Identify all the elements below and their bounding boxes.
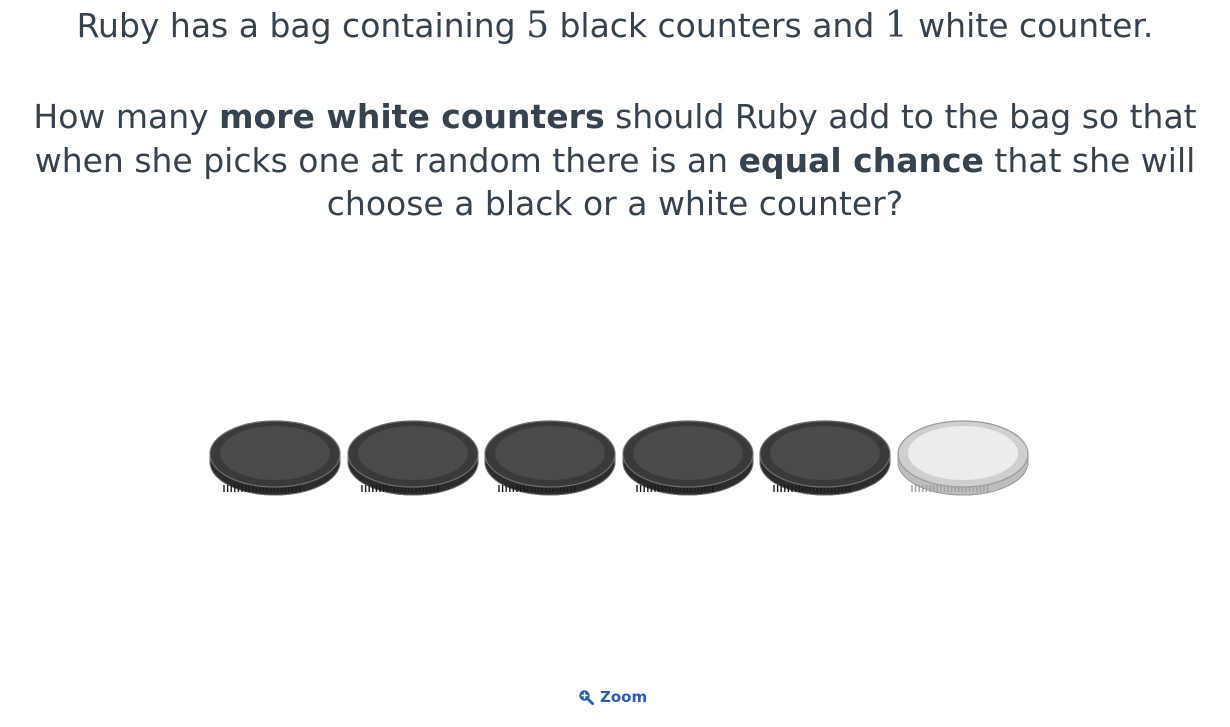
intro-text-after: white counter. bbox=[907, 6, 1154, 45]
zoom-button[interactable]: Zoom bbox=[578, 686, 647, 708]
question-prompt: How many more white counters should Ruby… bbox=[30, 95, 1200, 226]
counters-illustration bbox=[208, 418, 1030, 500]
question-intro: Ruby has a bag containing 5 black counte… bbox=[0, 4, 1230, 48]
black-counter bbox=[209, 420, 341, 496]
black-counter bbox=[484, 420, 616, 496]
black-counter bbox=[621, 420, 754, 496]
prompt-text-1: How many bbox=[33, 97, 220, 136]
white-counter bbox=[896, 420, 1029, 496]
prompt-emphasis-equal-chance: equal chance bbox=[738, 140, 984, 180]
black-count: 5 bbox=[526, 5, 549, 46]
intro-text-before: Ruby has a bag containing bbox=[76, 6, 527, 45]
zoom-label: Zoom bbox=[600, 688, 648, 706]
white-count: 1 bbox=[884, 5, 908, 46]
zoom-in-icon bbox=[579, 690, 594, 705]
black-counter bbox=[346, 420, 479, 496]
prompt-emphasis-more-white-counters: more white counters bbox=[219, 97, 605, 136]
black-counter bbox=[759, 420, 891, 496]
intro-text-middle: black counters and bbox=[548, 6, 885, 45]
